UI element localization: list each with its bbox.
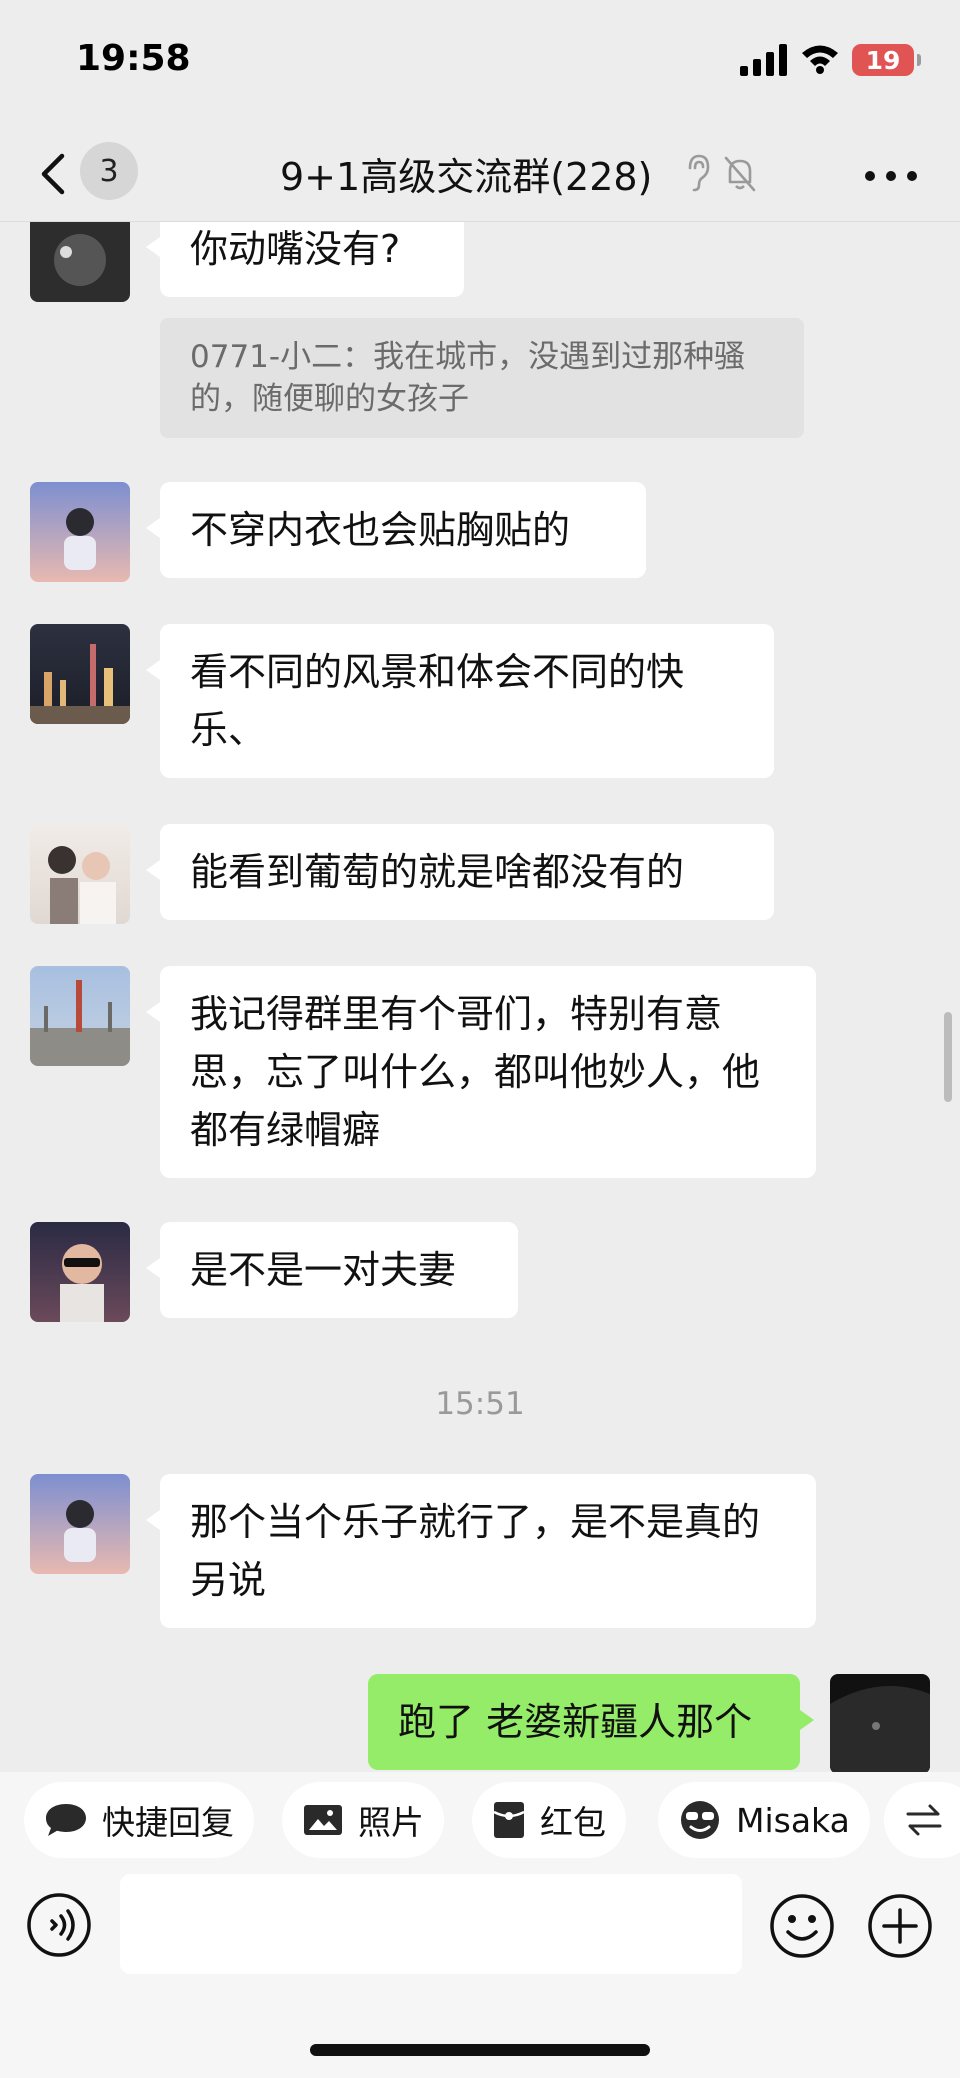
message-list[interactable]: 你动嘴没有? 0771-小二：我在城市，没遇到过那种骚的，随便聊的女孩子 不穿内…: [0, 222, 960, 1772]
message-bubble[interactable]: 能看到葡萄的就是啥都没有的: [146, 824, 774, 920]
avatar[interactable]: [30, 1474, 130, 1574]
my-avatar[interactable]: [830, 1674, 930, 1772]
chevron-left-icon[interactable]: [34, 144, 74, 204]
cellular-signal-icon: [740, 44, 787, 76]
message-bubble[interactable]: 看不同的风景和体会不同的快乐、: [146, 624, 774, 778]
status-time: 19:58: [76, 38, 191, 79]
battery-indicator: 19: [852, 44, 921, 76]
voice-icon[interactable]: [26, 1892, 92, 1958]
chat-header: 3 9+1高级交流群(228): [0, 130, 960, 222]
input-bar: [0, 1868, 960, 2078]
photo-label: 照片: [358, 1803, 424, 1842]
avatar[interactable]: [30, 1222, 130, 1322]
speech-bubble-icon: [46, 1804, 86, 1836]
emoji-icon[interactable]: [768, 1892, 836, 1960]
message-bubble[interactable]: 那个当个乐子就行了，是不是真的另说: [146, 1474, 816, 1628]
message-input[interactable]: [120, 1874, 742, 1974]
swap-button[interactable]: [884, 1782, 960, 1858]
timestamp: 15:51: [435, 1386, 525, 1422]
chat-title[interactable]: 9+1高级交流群(228): [280, 146, 652, 201]
scrollbar-thumb[interactable]: [944, 1012, 952, 1102]
avatar[interactable]: [30, 624, 130, 724]
avatar[interactable]: [30, 482, 130, 582]
avatar[interactable]: [30, 824, 130, 924]
misaka-label: Misaka: [736, 1800, 850, 1840]
my-message-bubble[interactable]: 跑了 老婆新疆人那个: [368, 1674, 814, 1770]
bell-muted-icon: [724, 156, 756, 192]
red-packet-button[interactable]: 红包: [472, 1782, 626, 1858]
unread-count-badge[interactable]: 3: [80, 142, 138, 200]
wifi-icon: [802, 45, 838, 74]
red-packet-icon: [493, 1802, 525, 1838]
misaka-button[interactable]: Misaka: [658, 1782, 870, 1858]
more-icon[interactable]: [862, 156, 920, 196]
status-bar: 19:58 19: [0, 0, 960, 130]
quick-reply-label: 快捷回复: [102, 1803, 234, 1842]
quick-reply-button[interactable]: 快捷回复: [24, 1782, 254, 1858]
quick-actions-bar: 快捷回复 照片 红包 Misaka: [0, 1772, 960, 1868]
quoted-message[interactable]: 0771-小二：我在城市，没遇到过那种骚的，随便聊的女孩子: [160, 318, 804, 438]
avatar[interactable]: [30, 222, 130, 302]
red-packet-label: 红包: [540, 1803, 606, 1842]
plus-icon[interactable]: [866, 1892, 934, 1960]
message-bubble[interactable]: 是不是一对夫妻: [146, 1222, 518, 1318]
message-bubble[interactable]: 不穿内衣也会贴胸贴的: [146, 482, 646, 578]
sunglasses-face-icon: [681, 1801, 719, 1839]
photo-button[interactable]: 照片: [282, 1782, 444, 1858]
message-bubble[interactable]: 我记得群里有个哥们，特别有意思，忘了叫什么，都叫他妙人，他都有绿帽癖: [146, 966, 816, 1178]
message-bubble[interactable]: 你动嘴没有?: [146, 222, 464, 297]
ear-icon: [688, 154, 710, 192]
home-indicator[interactable]: [310, 2044, 650, 2056]
swap-arrows-icon: [906, 1804, 942, 1836]
image-icon: [304, 1805, 342, 1835]
avatar[interactable]: [30, 966, 130, 1066]
